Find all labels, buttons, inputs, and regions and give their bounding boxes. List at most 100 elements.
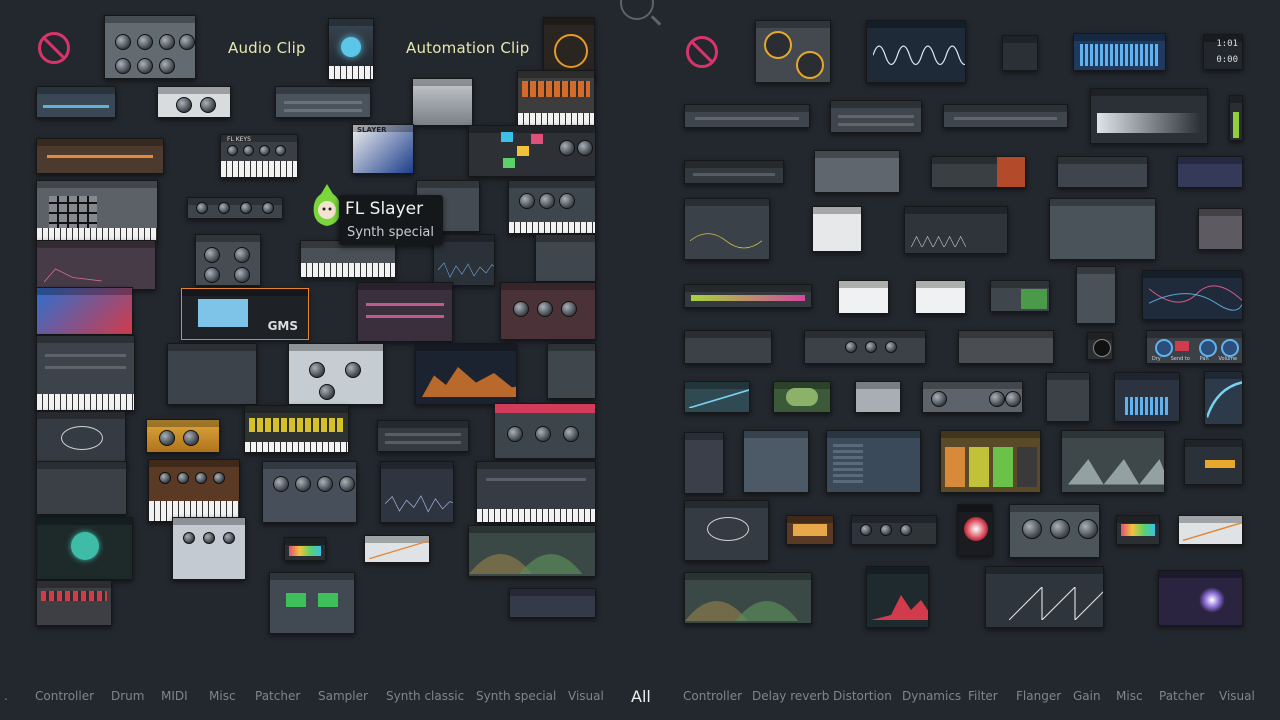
plugin-thumbnail[interactable]: [172, 517, 246, 580]
plugin-thumbnail[interactable]: [1090, 88, 1208, 144]
plugin-thumbnail[interactable]: [1009, 504, 1100, 558]
plugin-thumbnail[interactable]: [814, 150, 900, 193]
plugin-thumbnail[interactable]: [1198, 208, 1243, 250]
plugin-thumbnail[interactable]: [990, 280, 1050, 312]
plugin-thumbnail[interactable]: [684, 432, 724, 494]
search-icon[interactable]: [620, 0, 654, 20]
plugin-thumbnail[interactable]: [300, 240, 396, 278]
category-tab-controller[interactable]: Controller: [35, 689, 94, 703]
pedal-board-thumbnail[interactable]: [940, 430, 1041, 493]
plugin-thumbnail[interactable]: [468, 125, 596, 177]
plugin-thumbnail[interactable]: [1002, 35, 1038, 71]
plugin-thumbnail[interactable]: [157, 86, 231, 118]
plugin-thumbnail[interactable]: [1177, 156, 1243, 188]
plugin-thumbnail[interactable]: [1076, 266, 1116, 324]
plugin-thumbnail[interactable]: [830, 100, 922, 133]
plugin-thumbnail[interactable]: [684, 330, 772, 364]
plugin-thumbnail[interactable]: [1158, 570, 1243, 626]
plugin-thumbnail[interactable]: [244, 405, 349, 453]
plugin-thumbnail[interactable]: [855, 381, 901, 413]
plugin-thumbnail[interactable]: [773, 381, 831, 413]
plugin-thumbnail[interactable]: [36, 287, 133, 335]
plugin-thumbnail[interactable]: [36, 240, 156, 290]
plugin-thumbnail[interactable]: [684, 198, 770, 260]
plugin-thumbnail[interactable]: [838, 280, 889, 314]
plugin-thumbnail[interactable]: [415, 343, 517, 405]
plugin-thumbnail[interactable]: [755, 20, 831, 83]
category-tab-gain[interactable]: Gain: [1073, 689, 1101, 703]
plugin-thumbnail[interactable]: [826, 430, 921, 493]
plugin-thumbnail[interactable]: [684, 381, 750, 413]
plugin-thumbnail[interactable]: [866, 566, 929, 628]
plugin-thumbnail[interactable]: [535, 234, 596, 282]
plugin-thumbnail[interactable]: [684, 500, 769, 561]
no-plugin-icon[interactable]: [686, 36, 718, 68]
plugin-thumbnail[interactable]: [684, 160, 784, 184]
plugin-thumbnail[interactable]: [167, 343, 257, 405]
plugin-thumbnail[interactable]: [195, 234, 261, 286]
plugin-thumbnail[interactable]: [36, 138, 164, 174]
plugin-thumbnail[interactable]: [1142, 270, 1243, 320]
plugin-thumbnail[interactable]: [468, 525, 596, 577]
category-tab-delay-reverb[interactable]: Delay reverb: [752, 689, 829, 703]
category-tab-misc[interactable]: Misc: [209, 689, 236, 703]
plugin-thumbnail[interactable]: [866, 20, 966, 83]
plugin-thumbnail[interactable]: [494, 403, 596, 459]
plugin-thumbnail[interactable]: [915, 280, 966, 314]
plugin-thumbnail[interactable]: [1061, 430, 1165, 493]
slayer-thumbnail[interactable]: SLAYER: [352, 124, 414, 174]
plugin-thumbnail[interactable]: [922, 381, 1023, 413]
category-tab-patcher[interactable]: Patcher: [1159, 689, 1204, 703]
send-panel-thumbnail[interactable]: Dry Send to Pan Volume: [1146, 330, 1243, 364]
plugin-thumbnail[interactable]: [269, 572, 355, 634]
plugin-thumbnail[interactable]: [1087, 332, 1113, 360]
category-tab-dynamics[interactable]: Dynamics: [902, 689, 961, 703]
category-tab-sampler[interactable]: Sampler: [318, 689, 368, 703]
category-tab-flanger[interactable]: Flanger: [1016, 689, 1061, 703]
plugin-thumbnail[interactable]: [364, 535, 430, 563]
plugin-thumbnail[interactable]: [943, 104, 1068, 128]
gms-thumbnail[interactable]: GMS: [181, 288, 309, 340]
category-tab-visual[interactable]: Visual: [1219, 689, 1255, 703]
category-tab-all[interactable]: All: [631, 687, 651, 706]
plugin-thumbnail[interactable]: [36, 86, 116, 118]
plugin-thumbnail[interactable]: [104, 15, 196, 79]
plugin-thumbnail[interactable]: [380, 461, 454, 523]
plugin-thumbnail[interactable]: [804, 330, 926, 364]
plugin-thumbnail[interactable]: [36, 580, 112, 626]
plugin-thumbnail[interactable]: [1184, 439, 1243, 485]
no-plugin-icon[interactable]: [38, 32, 70, 64]
category-tab[interactable]: .: [4, 689, 8, 703]
automation-clip-label[interactable]: Automation Clip: [406, 39, 529, 57]
category-tab-synth-special[interactable]: Synth special: [476, 689, 556, 703]
plugin-thumbnail[interactable]: [684, 104, 810, 128]
plugin-thumbnail[interactable]: [1114, 372, 1180, 422]
plugin-thumbnail[interactable]: [275, 86, 371, 118]
plugin-thumbnail[interactable]: [684, 284, 812, 308]
plugin-thumbnail[interactable]: [36, 411, 126, 463]
audio-clip-label[interactable]: Audio Clip: [228, 39, 306, 57]
plugin-thumbnail[interactable]: [148, 459, 240, 522]
fl-keys-thumbnail[interactable]: FL KEYS: [220, 134, 298, 178]
plugin-thumbnail[interactable]: [500, 282, 596, 340]
category-tab-misc[interactable]: Misc: [1116, 689, 1143, 703]
category-tab-drum[interactable]: Drum: [111, 689, 144, 703]
plugin-thumbnail[interactable]: [509, 588, 596, 618]
plugin-thumbnail[interactable]: [1049, 198, 1156, 260]
plugin-thumbnail[interactable]: [146, 419, 220, 453]
category-tab-filter[interactable]: Filter: [968, 689, 998, 703]
plugin-thumbnail[interactable]: [357, 282, 453, 342]
plugin-thumbnail[interactable]: [36, 335, 135, 411]
category-tab-synth-classic[interactable]: Synth classic: [386, 689, 464, 703]
plugin-thumbnail[interactable]: [187, 197, 283, 219]
time-display-thumbnail[interactable]: 1:01 0:00: [1203, 34, 1243, 70]
drum-machine-thumbnail[interactable]: [36, 180, 158, 242]
category-tab-distortion[interactable]: Distortion: [833, 689, 892, 703]
plugin-thumbnail[interactable]: [508, 180, 596, 234]
plugin-thumbnail[interactable]: [36, 517, 133, 580]
plugin-thumbnail[interactable]: [684, 572, 812, 624]
plugin-thumbnail[interactable]: [904, 206, 1008, 254]
plugin-thumbnail[interactable]: [36, 461, 127, 515]
plugin-thumbnail[interactable]: [985, 566, 1104, 628]
plugin-thumbnail[interactable]: [1073, 33, 1166, 71]
